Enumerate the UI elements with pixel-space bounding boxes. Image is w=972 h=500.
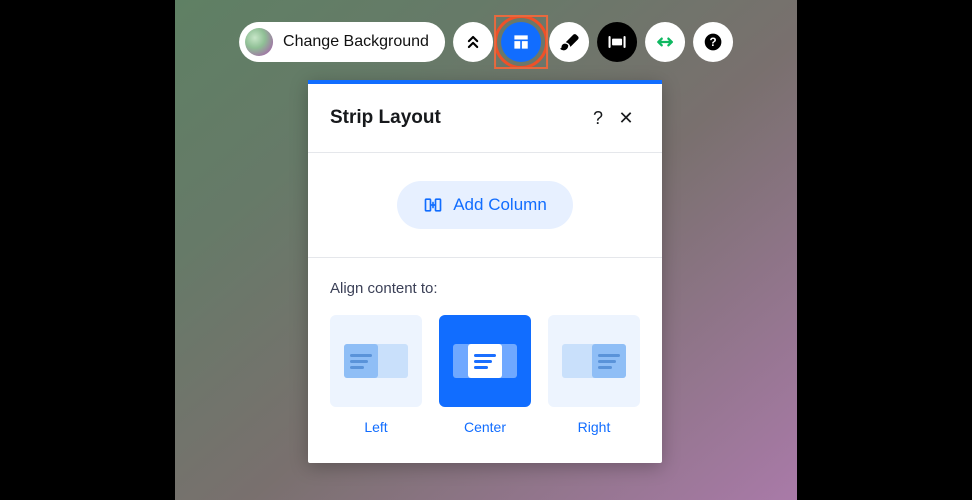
editor-canvas: Change Background bbox=[175, 0, 797, 500]
align-label: Align content to: bbox=[330, 280, 640, 297]
help-button[interactable]: ? bbox=[693, 22, 733, 62]
design-button[interactable] bbox=[549, 22, 589, 62]
arrows-horizontal-icon bbox=[655, 32, 675, 52]
align-options: Left Center Right bbox=[330, 315, 640, 435]
layout-icon bbox=[511, 32, 531, 52]
close-icon: ✕ bbox=[618, 108, 633, 129]
align-left-tile bbox=[330, 315, 422, 407]
change-background-label: Change Background bbox=[283, 33, 429, 51]
help-icon: ? bbox=[703, 32, 723, 52]
align-left-label: Left bbox=[364, 419, 387, 435]
layout-button-highlight bbox=[501, 22, 541, 62]
align-center-tile bbox=[439, 315, 531, 407]
brush-icon bbox=[559, 32, 579, 52]
panel-close-button[interactable]: ✕ bbox=[612, 104, 640, 132]
layout-button[interactable] bbox=[501, 22, 541, 62]
align-center-label: Center bbox=[464, 419, 506, 435]
align-right-tile bbox=[548, 315, 640, 407]
align-left-option[interactable]: Left bbox=[330, 315, 422, 435]
chevrons-up-icon bbox=[463, 32, 483, 52]
align-section: Align content to: Left Center bbox=[308, 258, 662, 463]
strip-toolbar: Change Background bbox=[239, 22, 733, 62]
align-right-option[interactable]: Right bbox=[548, 315, 640, 435]
strip-layout-panel: Strip Layout ? ✕ Add Column Align conten… bbox=[308, 80, 662, 463]
stretch-button[interactable] bbox=[597, 22, 637, 62]
svg-text:?: ? bbox=[709, 36, 716, 49]
change-background-button[interactable]: Change Background bbox=[239, 22, 445, 62]
help-icon: ? bbox=[593, 108, 603, 129]
stretch-icon bbox=[607, 32, 627, 52]
scroll-effects-button[interactable] bbox=[453, 22, 493, 62]
add-column-button[interactable]: Add Column bbox=[397, 181, 573, 229]
background-swatch-icon bbox=[245, 28, 273, 56]
add-column-section: Add Column bbox=[308, 153, 662, 258]
align-right-label: Right bbox=[578, 419, 611, 435]
panel-help-button[interactable]: ? bbox=[584, 104, 612, 132]
resize-button[interactable] bbox=[645, 22, 685, 62]
add-column-icon bbox=[423, 195, 443, 215]
align-center-option[interactable]: Center bbox=[439, 315, 531, 435]
add-column-label: Add Column bbox=[453, 195, 547, 215]
panel-header: Strip Layout ? ✕ bbox=[308, 84, 662, 153]
panel-title: Strip Layout bbox=[330, 107, 584, 129]
